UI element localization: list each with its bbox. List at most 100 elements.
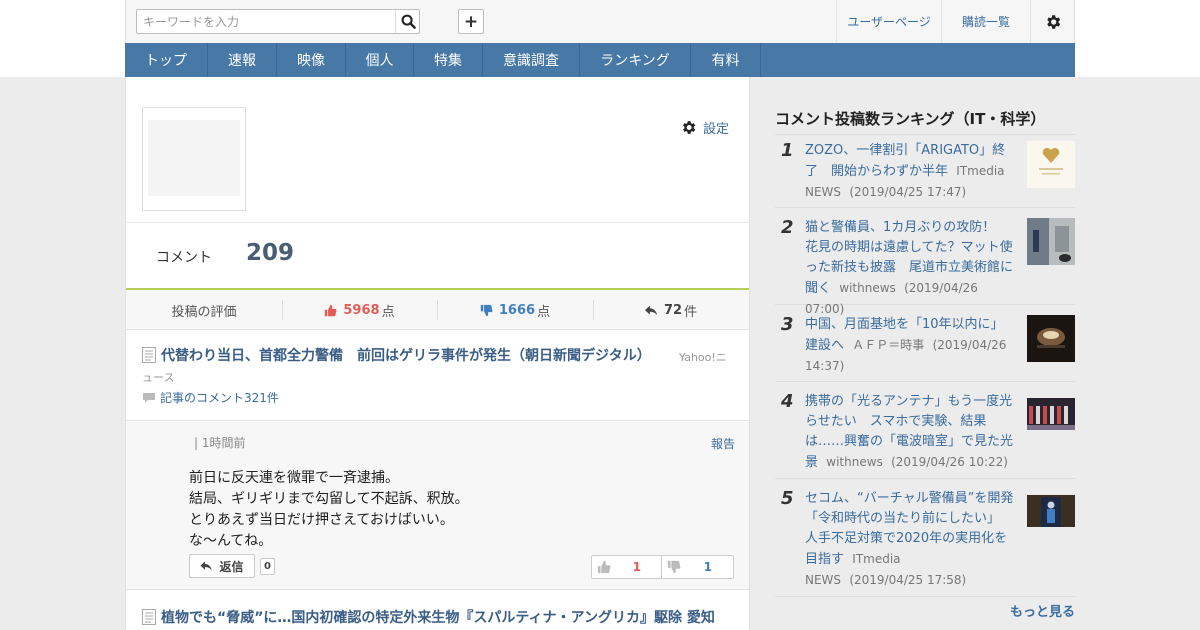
reply-icon: [200, 561, 213, 571]
rank-number: 3: [781, 314, 794, 335]
add-button[interactable]: +: [458, 9, 484, 34]
thumbnail-image: [1027, 141, 1075, 188]
rank-number: 1: [781, 140, 794, 161]
settings-label: 設定: [702, 122, 729, 137]
ranking-sidebar: コメント投稿数ランキング（IT・科学） 1 ZOZO、一律割引「ARIGATO」…: [775, 77, 1075, 630]
replies-stat: 72 件: [593, 290, 749, 330]
rank-number: 4: [781, 391, 794, 412]
nav-item-paid[interactable]: 有料: [691, 43, 761, 77]
divider: [126, 222, 749, 223]
comment-line: 前日に反天連を微罪で一斉逮捕。: [189, 470, 399, 486]
comment-line: とりあえず当日だけ押さえておけばいい。: [189, 512, 454, 528]
comment-item: | 1時間前 報告 前日に反天連を微罪で一斉逮捕。 結局、ギリギリまで勾留して不…: [126, 422, 749, 590]
header: + ユーザーページ 購読一覧: [125, 0, 1075, 43]
comment-label: コメント: [156, 250, 212, 266]
ranking-item-date: (2019/04/25 17:47): [849, 185, 967, 199]
avatar: [142, 107, 246, 211]
comment-body: 前日に反天連を微罪で一斉逮捕。 結局、ギリギリまで勾留して不起訴、釈放。 とりあ…: [189, 468, 469, 552]
gear-icon: [683, 121, 696, 134]
ranking-item: 5 セコム、“バーチャル警備員”を開発 「令和時代の当たり前にしたい」 人手不足…: [775, 479, 1075, 597]
ranking-item: 4 携帯の「光るアンテナ」もう一度光らせたい スマホで実験、結果は……興奮の「電…: [775, 382, 1075, 479]
good-vote-button[interactable]: 1: [591, 555, 662, 579]
nav-item-features[interactable]: 特集: [414, 43, 483, 77]
nav-item-video[interactable]: 映像: [277, 43, 346, 77]
more-link[interactable]: もっと見る: [1010, 601, 1075, 620]
bad-vote-button[interactable]: 1: [662, 555, 734, 579]
ranking-item-date: (2019/04/25 17:58): [849, 573, 967, 587]
ranking-item: 1 ZOZO、一律割引「ARIGATO」終了 開始からわずか半年 ITmedia…: [775, 131, 1075, 208]
time-separator: |: [194, 436, 199, 450]
article-title-link[interactable]: 植物でも“脅威”に…国内初確認の特定外来生物『スパルティナ・アングリカ』駆除 愛…: [161, 607, 721, 627]
gear-icon: [1047, 14, 1061, 29]
article-comments-link[interactable]: 記事のコメント321件: [142, 389, 279, 406]
good-unit: 点: [381, 304, 395, 320]
comment-time: | 1時間前: [194, 434, 246, 451]
ranking-item-date: (2019/04/26 10:22): [891, 455, 1008, 469]
reply-button[interactable]: 返信: [189, 554, 255, 578]
rating-label: 投稿の評価: [126, 290, 282, 330]
settings-gear-button[interactable]: [1030, 0, 1075, 43]
bad-unit: 点: [537, 304, 551, 320]
nav-item-survey[interactable]: 意識調査: [483, 43, 580, 77]
rank-number: 2: [781, 217, 794, 238]
reply-label: 返信: [219, 559, 244, 574]
nav-item-top[interactable]: トップ: [125, 43, 208, 77]
ranking-item: 2 猫と警備員、1カ月ぶりの攻防！ 花見の時期は遠慮してた？マット使った新技も披…: [775, 208, 1075, 316]
ranking-thumbnail[interactable]: [1027, 315, 1075, 362]
bad-stat: 1666 点: [437, 290, 593, 330]
search-box: [136, 9, 420, 34]
ranking-item: 3 中国、月面基地を「10年以内に」建設へ ＡＦＰ＝時事 (2019/04/26…: [775, 305, 1075, 382]
nav-item-individual[interactable]: 個人: [346, 43, 414, 77]
ranking-thumbnail[interactable]: [1027, 141, 1075, 188]
thumbnail-image: [1027, 315, 1075, 362]
main-nav: トップ 速報 映像 個人 特集 意識調査 ランキング 有料: [125, 43, 1075, 77]
article-source-continued: ュース: [142, 371, 175, 384]
subscriptions-link[interactable]: 購読一覧: [941, 0, 1030, 43]
ranking-item-source: withnews: [839, 281, 896, 295]
rank-number: 5: [781, 488, 794, 509]
nav-item-breaking[interactable]: 速報: [208, 43, 277, 77]
article-item: 代替わり当日、首都全力警備 前回はゲリラ事件が発生（朝日新聞デジタル） Yaho…: [126, 331, 749, 421]
comment-bubble-icon: [143, 392, 155, 403]
search-button[interactable]: [395, 10, 421, 33]
article-title-link[interactable]: 代替わり当日、首都全力警備 前回はゲリラ事件が発生（朝日新聞デジタル）: [161, 345, 661, 365]
good-stat: 5968 点: [282, 290, 437, 330]
ranking-thumbnail[interactable]: [1027, 398, 1075, 430]
nav-item-ranking[interactable]: ランキング: [580, 43, 691, 77]
good-count: 5968: [343, 302, 380, 318]
thumbs-up-icon: [597, 560, 611, 574]
reply-icon: [644, 305, 658, 315]
reply-count: 0: [260, 558, 275, 575]
comment-time-text: 1時間前: [201, 436, 246, 450]
search-icon: [401, 14, 416, 29]
document-icon: [142, 609, 156, 625]
bad-count: 1666: [498, 302, 536, 318]
ranking-item-link[interactable]: セコム、“バーチャル警備員”を開発 「令和時代の当たり前にしたい」 人手不足対策…: [805, 489, 1026, 591]
article-item: 植物でも“脅威”に…国内初確認の特定外来生物『スパルティナ・アングリカ』駆除 愛…: [126, 591, 749, 630]
good-vote-count: 1: [632, 560, 641, 574]
thumbnail-image: [1027, 495, 1075, 527]
article-comments-label: 記事のコメント321件: [160, 391, 279, 405]
profile-settings-link[interactable]: 設定: [680, 118, 729, 137]
avatar-placeholder: [148, 120, 240, 196]
ranking-item-source: ＡＦＰ＝時事: [852, 338, 925, 352]
ranking-item-source: withnews: [826, 455, 883, 469]
thumbs-up-icon: [325, 304, 337, 316]
document-icon: [142, 347, 156, 363]
comment-line: 結局、ギリギリまで勾留して不起訴、釈放。: [189, 491, 469, 507]
rating-stats: 投稿の評価 5968 点 1666 点 72 件: [126, 290, 749, 330]
user-page-link[interactable]: ユーザーページ: [836, 0, 941, 43]
ranking-thumbnail[interactable]: [1027, 495, 1075, 527]
ranking-item-link[interactable]: ZOZO、一律割引「ARIGATO」終了 開始からわずか半年 ITmedia N…: [805, 141, 1015, 203]
rating-label-text: 投稿の評価: [171, 304, 237, 320]
search-input[interactable]: [137, 10, 419, 33]
main-content: 設定 コメント 209 投稿の評価 5968 点 1666 点 72 件 代替わり当日…: [125, 77, 750, 630]
thumbs-down-icon: [667, 560, 681, 574]
article-source: Yahoo!ニ: [679, 351, 727, 364]
replies-count: 72: [663, 302, 683, 318]
thumbnail-image: [1027, 218, 1075, 265]
ranking-item-link[interactable]: 携帯の「光るアンテナ」もう一度光らせたい スマホで実験、結果は……興奮の「電波暗…: [805, 392, 1015, 473]
report-link[interactable]: 報告: [711, 435, 735, 452]
ranking-thumbnail[interactable]: [1027, 218, 1075, 265]
ranking-item-link[interactable]: 中国、月面基地を「10年以内に」建設へ ＡＦＰ＝時事 (2019/04/26 1…: [805, 315, 1015, 377]
